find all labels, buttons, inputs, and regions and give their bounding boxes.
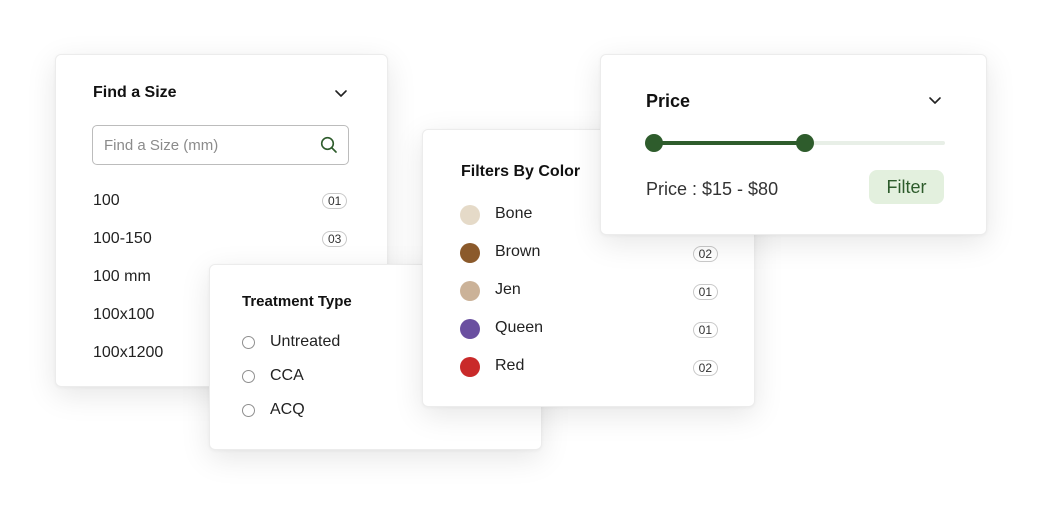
size-option-100x100[interactable]: 100x100 <box>93 306 154 324</box>
price-slider-range <box>654 141 806 145</box>
size-count-badge: 03 <box>322 231 348 247</box>
color-option-label: Queen <box>495 319 544 336</box>
color-option-jen[interactable]: Jen 01 <box>460 280 718 302</box>
color-swatch <box>460 243 480 263</box>
color-count-badge: 01 <box>692 322 718 338</box>
color-swatch <box>460 319 480 339</box>
chevron-down-icon[interactable] <box>927 92 943 108</box>
treatment-filter-title: Treatment Type <box>242 293 352 310</box>
color-option-label: Jen <box>495 281 521 298</box>
size-option-100x1200[interactable]: 100x1200 <box>93 344 163 362</box>
color-option-queen[interactable]: Queen 01 <box>460 318 718 340</box>
size-option-100-150[interactable]: 100-150 <box>93 230 152 248</box>
color-option-label: Bone <box>495 205 533 222</box>
color-swatch <box>460 357 480 377</box>
treatment-option-label: ACQ <box>270 401 305 418</box>
price-slider-min-handle[interactable] <box>645 134 663 152</box>
size-search-input[interactable] <box>104 126 304 164</box>
color-swatch <box>460 205 480 225</box>
treatment-option-label: CCA <box>270 367 304 384</box>
radio-button[interactable] <box>242 370 255 383</box>
color-count-badge: 02 <box>692 360 718 376</box>
color-count-badge: 01 <box>692 284 718 300</box>
color-option-red[interactable]: Red 02 <box>460 356 718 378</box>
color-filter-title: Filters By Color <box>461 163 581 180</box>
radio-button[interactable] <box>242 336 255 349</box>
price-slider-max-handle[interactable] <box>796 134 815 152</box>
price-filter-title: Price <box>646 91 691 111</box>
color-option-label: Red <box>495 357 525 374</box>
search-icon[interactable] <box>320 136 338 154</box>
color-option-brown[interactable]: Brown 02 <box>460 242 718 264</box>
color-count-badge: 02 <box>692 246 718 262</box>
size-option-100-mm[interactable]: 100 mm <box>93 268 151 286</box>
radio-button[interactable] <box>242 404 255 417</box>
treatment-option-label: Untreated <box>270 333 341 350</box>
chevron-down-icon[interactable] <box>333 85 349 101</box>
size-search-box[interactable] <box>92 125 349 165</box>
price-filter-card: Price Price : $15 - $80 Filter <box>600 54 987 235</box>
price-range-text: Price : $15 - $80 <box>646 179 779 199</box>
size-count-badge: 01 <box>322 193 348 209</box>
filter-button[interactable]: Filter <box>869 170 944 204</box>
size-option-100[interactable]: 100 <box>93 192 120 210</box>
color-swatch <box>460 281 480 301</box>
color-option-label: Brown <box>495 243 541 260</box>
size-filter-title: Find a Size <box>93 84 177 101</box>
